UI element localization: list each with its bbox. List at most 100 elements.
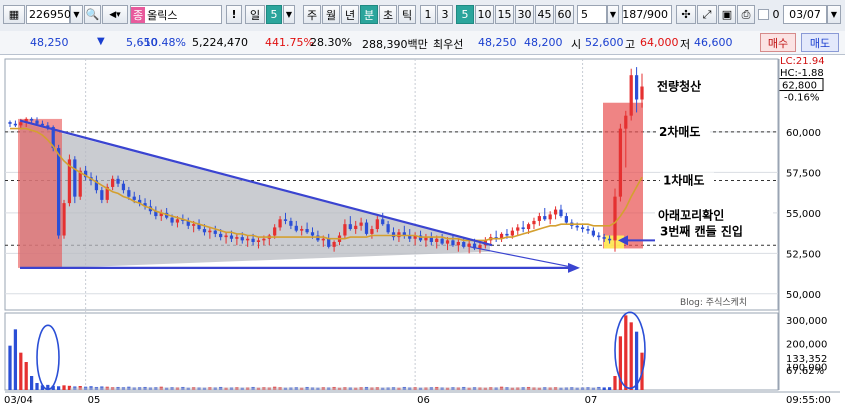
print-icon[interactable]: ⎙ (737, 5, 755, 24)
option-checkbox[interactable] (758, 9, 769, 20)
candle-body (521, 227, 525, 230)
candle-body (278, 219, 282, 228)
ask-price: 48,250 (478, 36, 517, 49)
minute-1-label: 1 (424, 8, 432, 21)
page-count-text: 187/900 (622, 8, 668, 21)
candle-body (381, 219, 385, 225)
candle-body (175, 219, 180, 223)
candle-body (300, 229, 304, 231)
sound-icon[interactable]: ◀▾ (102, 5, 128, 24)
candle-body (597, 235, 601, 238)
high-price: 64,000 (640, 36, 679, 49)
candle-body (451, 240, 455, 246)
volume-bar (624, 315, 628, 390)
candle-body (213, 230, 217, 234)
minute-45-label: 45 (537, 8, 552, 21)
candle-body (435, 238, 439, 242)
save-icon[interactable]: ▣ (718, 5, 736, 24)
minute-10-button[interactable]: 10 (475, 5, 494, 24)
candle-body (624, 115, 628, 129)
candle-body (321, 238, 325, 241)
volume-tick-label: 300,000 (786, 316, 827, 327)
candle-body (219, 233, 223, 238)
candle-body (607, 238, 612, 241)
price-tick-label: 50,000 (786, 290, 821, 301)
option-checkbox-text: 0 (772, 8, 780, 21)
candle-body (575, 225, 579, 228)
candle-body (462, 241, 466, 247)
period-week-tab[interactable]: 주 (303, 5, 321, 24)
custom-count-dropdown[interactable]: ▼ (607, 5, 619, 24)
date-text: 03/07 (789, 8, 821, 21)
period-month-tab[interactable]: 월 (322, 5, 340, 24)
calendar-dropdown[interactable]: ▼ (827, 5, 841, 24)
page-count-field[interactable]: 187/900 (622, 5, 672, 24)
minute-30-button[interactable]: 30 (515, 5, 534, 24)
date-label: 03/04 (4, 395, 33, 406)
change-arrow: ▼ (97, 36, 105, 47)
bid-price: 48,200 (524, 36, 563, 49)
period-dropdown[interactable]: ▼ (283, 5, 295, 24)
buy-button[interactable]: 매수 (760, 33, 796, 52)
candle-body (13, 123, 18, 126)
minute-1-button[interactable]: 1 (420, 5, 436, 24)
candle-body (591, 230, 596, 236)
period-day-label: 일 (249, 8, 261, 22)
candle-body (208, 230, 212, 233)
draw-tool-icon[interactable]: ⤢ (697, 5, 717, 24)
stock-code-dropdown[interactable]: ▼ (70, 5, 83, 24)
crosshair-icon[interactable]: ✣ (676, 5, 696, 24)
stock-name-field[interactable]: 종 올릭스 (130, 5, 222, 24)
candle-body (29, 118, 34, 121)
candle-body (240, 237, 244, 241)
minute-5-button[interactable]: 5 (456, 5, 474, 24)
chart-toolbar: ▦ 226950 ▼ 🔍 ◀▾ 종 올릭스 ! 일 5 ▼ 주 월 년 분 초 … (0, 0, 845, 32)
minute-45-button[interactable]: 45 (535, 5, 554, 24)
menu-grid-icon[interactable]: ▦ (3, 5, 25, 24)
custom-count-input[interactable]: 5 (577, 5, 607, 24)
candle-body (343, 224, 347, 236)
sell-button[interactable]: 매도 (801, 33, 839, 52)
volume-bar (19, 352, 23, 390)
search-icon[interactable]: 🔍 (84, 5, 101, 24)
volume-ratio: 441.75% (265, 36, 314, 49)
period-tick-tab[interactable]: 틱 (398, 5, 416, 24)
minute-10-label: 10 (477, 8, 492, 21)
candle-body (629, 75, 633, 116)
period-tick-label: 틱 (401, 8, 413, 22)
minute-15-button[interactable]: 15 (495, 5, 514, 24)
volume-bar (56, 386, 61, 390)
candle-body (564, 216, 568, 223)
second-sell-label: 2차매도 (659, 124, 700, 139)
candle-body (370, 229, 374, 234)
confirm-label-line2: 3번째 캔들 진입 (660, 224, 743, 239)
period-value-field[interactable]: 5 (266, 5, 282, 24)
candle-body (294, 225, 298, 231)
volume-bar (613, 376, 617, 390)
minute-60-button[interactable]: 60 (555, 5, 574, 24)
volume-bar (29, 376, 34, 390)
volume-bar (24, 362, 28, 390)
period-minute-tab[interactable]: 분 (360, 5, 378, 24)
period-year-tab[interactable]: 년 (341, 5, 359, 24)
volume-pct-tag: 67.62% (786, 366, 824, 377)
candle-body (289, 220, 293, 226)
minute-3-button[interactable]: 3 (437, 5, 453, 24)
period-second-tab[interactable]: 초 (379, 5, 397, 24)
current-price-tag: 62,800 (782, 81, 817, 92)
stock-code-input[interactable]: 226950 (26, 5, 71, 24)
minute-3-label: 3 (441, 8, 449, 21)
candle-body (305, 229, 309, 233)
candle-body (386, 224, 390, 233)
period-minute-label: 분 (363, 8, 375, 22)
period-day-tab[interactable]: 일 (245, 5, 265, 24)
alert-button[interactable]: ! (226, 5, 242, 24)
date-field[interactable]: 03/07 (783, 5, 827, 24)
candle-body (116, 178, 120, 184)
price-chart[interactable]: 전량청산 2차매도 1차매도아래꼬리확인3번째 캔들 진입 Blog: 주식스케치 L… (0, 55, 845, 413)
minute-15-label: 15 (497, 8, 512, 21)
stock-name-text: 올릭스 (147, 8, 178, 22)
volume-bar (62, 385, 66, 390)
candle-body (262, 238, 266, 241)
candle-body (19, 122, 23, 126)
